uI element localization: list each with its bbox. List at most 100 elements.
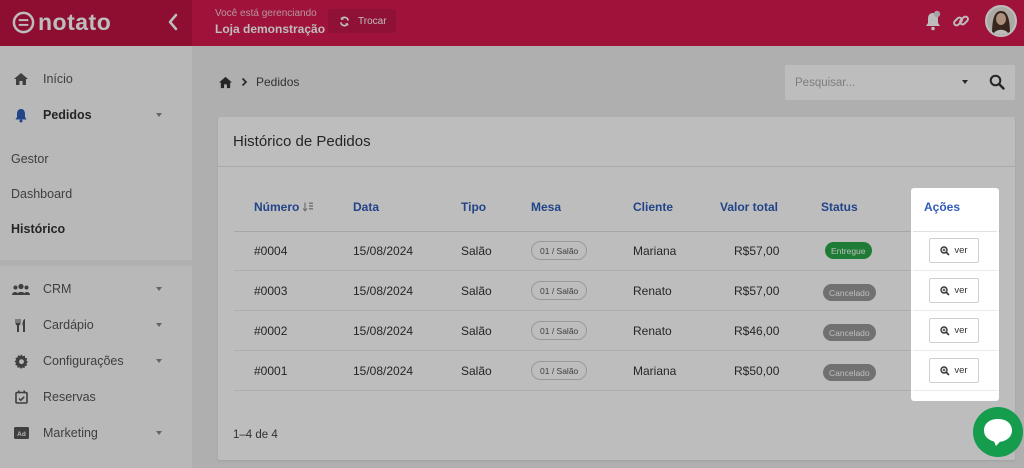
chevron-down-icon xyxy=(156,359,162,363)
status-badge: Entregue xyxy=(825,242,872,259)
table-header-divider xyxy=(913,231,997,232)
utensils-icon xyxy=(12,317,30,333)
link-icon[interactable] xyxy=(952,12,970,30)
sidebar-item-label: Cardápio xyxy=(43,318,94,332)
mesa-badge: 01 / Salão xyxy=(531,321,588,340)
cell-tipo: Salão xyxy=(461,284,492,298)
home-icon[interactable] xyxy=(218,76,233,89)
refresh-icon xyxy=(340,16,349,26)
mesa-badge: 01 / Salão xyxy=(531,361,588,380)
chevron-down-icon xyxy=(156,431,162,435)
chat-bubble-icon xyxy=(984,419,1012,446)
sidebar-item-configuracoes[interactable]: Configurações xyxy=(0,344,192,378)
home-icon xyxy=(12,71,30,87)
sidebar-item-label: Reservas xyxy=(43,390,96,404)
managing-label: Você está gerenciando xyxy=(215,8,317,19)
chat-support-button[interactable] xyxy=(973,407,1023,457)
view-order-label: ver xyxy=(954,325,968,336)
sidebar-item-label: Pedidos xyxy=(43,108,92,122)
cell-numero: #0003 xyxy=(254,284,288,298)
search-box xyxy=(785,65,1015,100)
table-header-divider xyxy=(234,231,1000,232)
sidebar-item-label: Configurações xyxy=(43,354,124,368)
column-header-valor-total[interactable]: Valor total xyxy=(720,200,778,214)
status-badge: Cancelado xyxy=(823,324,876,341)
view-order-label: ver xyxy=(954,245,968,256)
row-divider xyxy=(234,310,1000,311)
users-icon xyxy=(12,281,30,297)
cell-tipo: Salão xyxy=(461,364,492,378)
cell-numero: #0001 xyxy=(254,364,288,378)
column-header-mesa[interactable]: Mesa xyxy=(531,200,561,214)
row-divider xyxy=(913,350,997,351)
topbar: notato Você está gerenciando Loja demons… xyxy=(0,0,1024,46)
row-divider xyxy=(913,390,997,391)
card-divider xyxy=(218,166,1015,167)
user-avatar[interactable] xyxy=(985,5,1017,37)
sidebar-divider xyxy=(0,260,192,266)
row-divider xyxy=(913,310,997,311)
row-divider xyxy=(234,350,1000,351)
brand-area: notato xyxy=(0,0,192,46)
cell-data: 15/08/2024 xyxy=(353,324,414,338)
view-order-button[interactable]: ver xyxy=(929,238,979,263)
logo-icon xyxy=(12,11,35,34)
view-order-button[interactable]: ver xyxy=(929,318,979,343)
status-badge: Cancelado xyxy=(823,364,876,381)
search-icon[interactable] xyxy=(989,74,1005,90)
column-header-tipo[interactable]: Tipo xyxy=(461,200,486,214)
notifications-bell-icon[interactable] xyxy=(923,10,943,32)
sidebar-item-cardapio[interactable]: Cardápio xyxy=(0,308,192,342)
view-order-label: ver xyxy=(954,365,968,376)
chevron-down-icon xyxy=(156,323,162,327)
cell-numero: #0004 xyxy=(254,244,288,258)
cell-tipo: Salão xyxy=(461,244,492,258)
store-name: Loja demonstração xyxy=(215,22,326,36)
search-filter-dropdown[interactable] xyxy=(962,80,968,84)
column-header-data[interactable]: Data xyxy=(353,200,379,214)
column-header-cliente[interactable]: Cliente xyxy=(633,200,673,214)
sidebar-item-inicio[interactable]: Início xyxy=(0,62,192,96)
sidebar-subitem-historico[interactable]: Histórico xyxy=(11,222,65,236)
actions-column-highlight: Ações ver ver ver ver xyxy=(911,188,999,401)
chevron-down-icon xyxy=(156,113,162,117)
column-header-label: Número xyxy=(254,200,300,214)
logo-text: notato xyxy=(38,9,112,35)
breadcrumb: Pedidos xyxy=(218,75,299,89)
cell-data: 15/08/2024 xyxy=(353,244,414,258)
view-order-button[interactable]: ver xyxy=(929,358,979,383)
sidebar-item-pedidos[interactable]: Pedidos xyxy=(0,98,192,132)
mesa-badge: 01 / Salão xyxy=(531,281,588,300)
search-input[interactable] xyxy=(795,74,945,92)
row-divider xyxy=(913,270,997,271)
view-order-button[interactable]: ver xyxy=(929,278,979,303)
mesa-badge: 01 / Salão xyxy=(531,241,588,260)
calendar-check-icon xyxy=(12,389,30,405)
column-header-status[interactable]: Status xyxy=(821,200,858,214)
sidebar-item-reservas[interactable]: Reservas xyxy=(0,380,192,414)
cell-data: 15/08/2024 xyxy=(353,364,414,378)
switch-store-label: Trocar xyxy=(358,15,387,27)
cell-valor: R$46,00 xyxy=(734,324,780,338)
sidebar-subitem-gestor[interactable]: Gestor xyxy=(11,152,49,166)
cell-cliente: Mariana xyxy=(633,364,677,378)
sidebar-item-label: Início xyxy=(43,72,73,86)
cell-cliente: Mariana xyxy=(633,244,677,258)
breadcrumb-current: Pedidos xyxy=(256,75,300,89)
card-title: Histórico de Pedidos xyxy=(233,133,371,150)
cell-data: 15/08/2024 xyxy=(353,284,414,298)
zoom-in-icon xyxy=(940,325,950,336)
sidebar: Início Pedidos Gestor Dashboard Históric… xyxy=(0,46,192,468)
cell-cliente: Renato xyxy=(633,324,672,338)
sidebar-item-crm[interactable]: CRM xyxy=(0,272,192,306)
cell-cliente: Renato xyxy=(633,284,672,298)
pagination-info: 1–4 de 4 xyxy=(233,429,278,441)
column-header-numero[interactable]: Número xyxy=(254,200,314,214)
sidebar-subitem-dashboard[interactable]: Dashboard xyxy=(11,187,72,201)
sidebar-item-marketing[interactable]: Ad Marketing xyxy=(0,416,192,450)
switch-store-button[interactable]: Trocar xyxy=(328,9,396,33)
collapse-sidebar-button[interactable] xyxy=(166,12,180,32)
gear-icon xyxy=(12,353,30,369)
chevron-down-icon xyxy=(156,287,162,291)
sort-icon[interactable] xyxy=(302,202,314,212)
